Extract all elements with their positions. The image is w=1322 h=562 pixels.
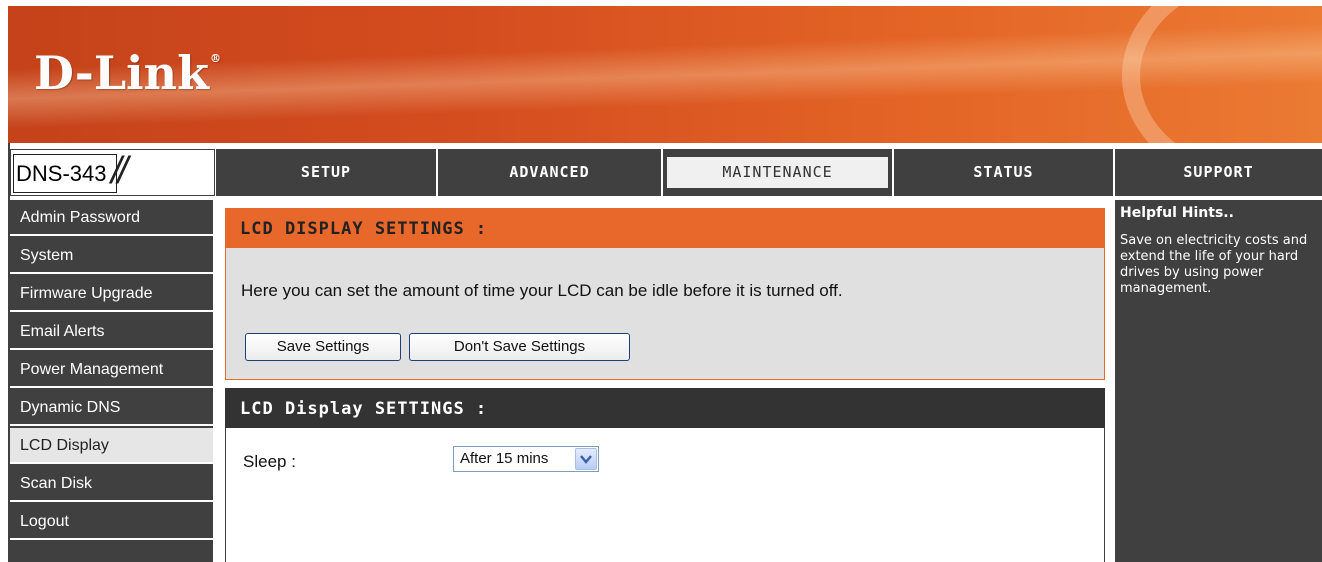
save-settings-button[interactable]: Save Settings xyxy=(245,333,401,361)
hints-title: Helpful Hints.. xyxy=(1120,205,1234,221)
sidebar-item-lcd-display[interactable]: LCD Display xyxy=(10,428,213,464)
registered-mark: ® xyxy=(209,52,221,65)
tab-status[interactable]: STATUS xyxy=(894,149,1115,196)
header-banner: D-Link® xyxy=(8,6,1322,143)
sidebar-item-email-alerts[interactable]: Email Alerts xyxy=(10,314,213,350)
model-name: DNS-343 xyxy=(13,154,117,193)
chevron-down-icon[interactable] xyxy=(575,448,597,470)
dlink-logo: D-Link® xyxy=(34,46,221,100)
tab-maintenance[interactable]: MAINTENANCE xyxy=(663,149,894,196)
tab-maintenance-label: MAINTENANCE xyxy=(667,157,888,188)
main-content: LCD DISPLAY SETTINGS : Here you can set … xyxy=(217,200,1111,562)
banner-curve xyxy=(1122,6,1322,143)
helpful-hints-panel: Helpful Hints.. Save on electricity cost… xyxy=(1115,200,1322,562)
sidebar-item-power-management[interactable]: Power Management xyxy=(10,352,213,388)
logo-text: D-Link xyxy=(34,46,209,100)
lcd-display-panel: LCD Display SETTINGS : Sleep : After 15 … xyxy=(225,388,1105,562)
sidebar-item-admin-password[interactable]: Admin Password xyxy=(10,200,213,236)
top-navigation: DNS-343 // SETUP ADVANCED MAINTENANCE ST… xyxy=(10,149,1322,196)
sidebar-item-scan-disk[interactable]: Scan Disk xyxy=(10,466,213,502)
sidebar-item-firmware-upgrade[interactable]: Firmware Upgrade xyxy=(10,276,213,312)
tab-setup[interactable]: SETUP xyxy=(216,149,438,196)
model-slashes: // xyxy=(111,150,128,192)
sidebar-item-dynamic-dns[interactable]: Dynamic DNS xyxy=(10,390,213,426)
lcd-settings-panel: LCD DISPLAY SETTINGS : Here you can set … xyxy=(225,208,1105,380)
lcd-settings-title: LCD DISPLAY SETTINGS : xyxy=(226,209,1104,248)
model-box: DNS-343 // xyxy=(10,149,215,196)
hints-text: Save on electricity costs and extend the… xyxy=(1120,233,1308,296)
sleep-select-value: After 15 mins xyxy=(460,450,549,467)
tab-advanced[interactable]: ADVANCED xyxy=(438,149,663,196)
sleep-select[interactable]: After 15 mins xyxy=(453,446,599,472)
sidebar-item-logout[interactable]: Logout xyxy=(10,504,213,540)
lcd-settings-description: Here you can set the amount of time your… xyxy=(241,281,843,300)
sidebar-item-system[interactable]: System xyxy=(10,238,213,274)
sleep-label: Sleep : xyxy=(243,452,296,471)
tab-support[interactable]: SUPPORT xyxy=(1115,149,1322,196)
sidebar: Admin Password System Firmware Upgrade E… xyxy=(10,200,213,562)
lcd-display-title: LCD Display SETTINGS : xyxy=(225,388,1105,428)
dont-save-settings-button[interactable]: Don't Save Settings xyxy=(409,333,630,361)
